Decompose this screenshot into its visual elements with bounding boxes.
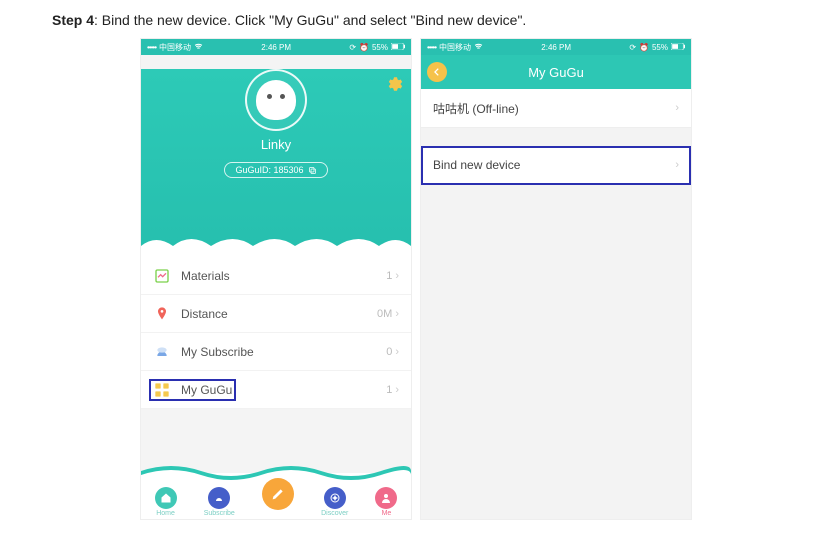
cloud-divider-icon <box>141 232 411 258</box>
tab-label: Home <box>156 510 175 517</box>
instruction-text: : Bind the new device. Click "My GuGu" a… <box>94 12 526 28</box>
alarm-icon: ⏰ <box>639 43 649 52</box>
status-bar: ••••• 中国移动 2:46 PM ⟳ ⏰ 55% <box>141 39 411 55</box>
nav-header: My GuGu <box>421 55 691 89</box>
my-gugu-icon <box>153 381 171 399</box>
tab-label: Me <box>382 510 392 517</box>
avatar-ghost-icon <box>256 80 296 120</box>
device-row-offline[interactable]: 咕咕机 (Off-line) › <box>421 89 691 128</box>
avatar[interactable] <box>245 69 307 131</box>
menu-item-materials[interactable]: Materials 1› <box>141 257 411 295</box>
alarm-icon: ⏰ <box>359 43 369 52</box>
me-icon <box>375 487 397 509</box>
carrier-label: 中国移动 <box>439 42 471 53</box>
menu-value: 0M <box>377 308 392 320</box>
chevron-right-icon: › <box>395 270 399 282</box>
tab-me[interactable]: Me <box>375 487 397 517</box>
profile-header: Linky GuGuID: 185306 <box>141 69 411 257</box>
tab-bar: Home Subscribe Discover Me <box>141 473 411 519</box>
profile-menu-list: Materials 1› Distance 0M› My Subscribe 0… <box>141 257 411 409</box>
menu-item-subscribe[interactable]: My Subscribe 0› <box>141 333 411 371</box>
battery-pct: 55% <box>372 43 388 52</box>
discover-icon <box>324 487 346 509</box>
bind-new-device-row[interactable]: Bind new device › <box>421 146 691 185</box>
clock: 2:46 PM <box>541 43 571 52</box>
menu-label: Materials <box>181 269 230 283</box>
menu-label: My GuGu <box>181 383 232 397</box>
phone-me-screen: ••••• 中国移动 2:46 PM ⟳ ⏰ 55% Linky GuGuID:… <box>140 38 412 520</box>
tab-subscribe[interactable]: Subscribe <box>204 487 235 517</box>
gear-icon[interactable] <box>385 75 403 93</box>
clock: 2:46 PM <box>261 43 291 52</box>
home-icon <box>155 487 177 509</box>
signal-dots-icon: ••••• <box>147 43 156 52</box>
battery-pct: 55% <box>652 43 668 52</box>
menu-value: 1 <box>386 384 392 396</box>
distance-icon <box>153 305 171 323</box>
status-bar: ••••• 中国移动 2:46 PM ⟳ ⏰ 55% <box>421 39 691 55</box>
device-label: 咕咕机 (Off-line) <box>433 100 519 117</box>
chevron-right-icon: › <box>395 346 399 358</box>
materials-icon <box>153 267 171 285</box>
chevron-right-icon: › <box>395 384 399 396</box>
battery-icon <box>671 43 685 52</box>
chevron-right-icon: › <box>675 159 679 171</box>
wifi-icon <box>474 42 483 53</box>
chevron-right-icon: › <box>675 102 679 114</box>
menu-label: Distance <box>181 307 228 321</box>
sync-icon: ⟳ <box>349 43 356 52</box>
subscribe-icon <box>153 343 171 361</box>
tab-label: Subscribe <box>204 510 235 517</box>
menu-item-distance[interactable]: Distance 0M› <box>141 295 411 333</box>
battery-icon <box>391 43 405 52</box>
page-title: My GuGu <box>421 65 691 80</box>
gugu-id-label: GuGuID: 185306 <box>235 165 303 175</box>
chevron-right-icon: › <box>395 308 399 320</box>
compose-icon <box>262 478 294 510</box>
tab-compose[interactable] <box>262 484 294 517</box>
instruction-line: Step 4: Bind the new device. Click "My G… <box>52 12 820 28</box>
gugu-id-pill[interactable]: GuGuID: 185306 <box>224 162 327 178</box>
tab-discover[interactable]: Discover <box>321 487 348 517</box>
sync-icon: ⟳ <box>629 43 636 52</box>
subscribe-tab-icon <box>208 487 230 509</box>
step-label: Step 4 <box>52 12 94 28</box>
tab-label: Discover <box>321 510 348 517</box>
tab-home[interactable]: Home <box>155 487 177 517</box>
phone-my-gugu-screen: ••••• 中国移动 2:46 PM ⟳ ⏰ 55% My GuGu 咕咕机 (… <box>420 38 692 520</box>
menu-value: 1 <box>386 270 392 282</box>
carrier-label: 中国移动 <box>159 42 191 53</box>
signal-dots-icon: ••••• <box>427 43 436 52</box>
wifi-icon <box>194 42 203 53</box>
copy-icon <box>308 166 317 175</box>
menu-item-my-gugu[interactable]: My GuGu 1› <box>141 371 411 409</box>
bind-new-device-label: Bind new device <box>433 158 520 172</box>
device-list: 咕咕机 (Off-line) › Bind new device › <box>421 89 691 519</box>
menu-label: My Subscribe <box>181 345 254 359</box>
username: Linky <box>141 137 411 152</box>
menu-value: 0 <box>386 346 392 358</box>
